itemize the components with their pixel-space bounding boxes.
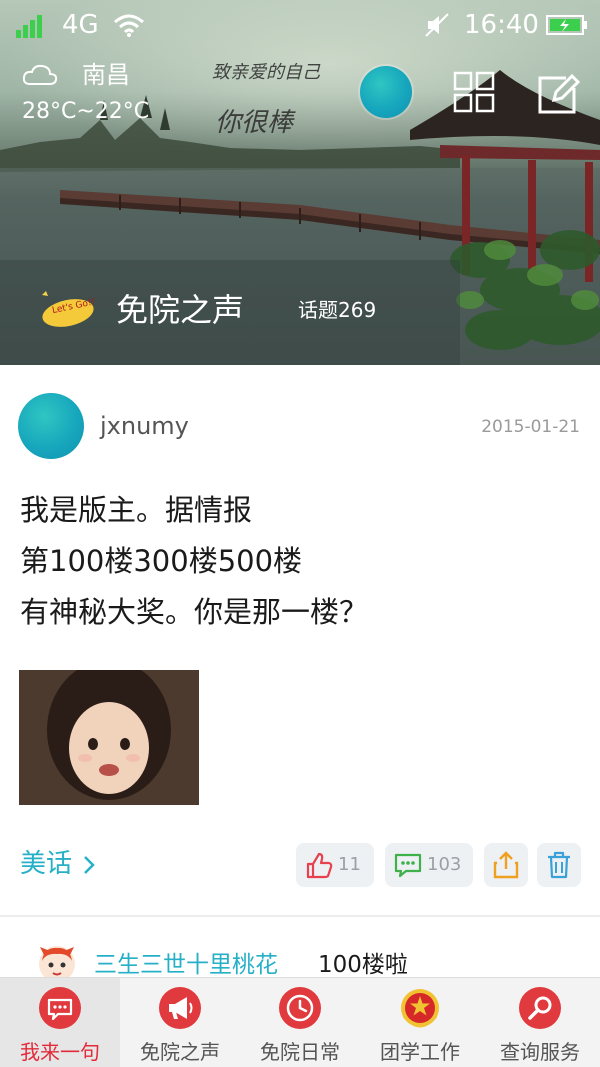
status-bar: 4G 16:40 bbox=[0, 0, 600, 50]
post-card: jxnumy 2015-01-21 我是版主。据情报 第100楼300楼500楼… bbox=[0, 365, 600, 915]
comment-button[interactable]: 103 bbox=[385, 843, 473, 887]
emblem-icon bbox=[401, 989, 439, 1028]
megaphone-icon bbox=[159, 987, 201, 1029]
chat-bubble-icon bbox=[39, 987, 81, 1029]
post-body-line-3: 有神秘大奖。你是那一楼？ bbox=[20, 595, 369, 629]
weather-city: 南昌 bbox=[82, 61, 130, 89]
post-date: 2015-01-21 bbox=[481, 417, 580, 437]
comment-preview[interactable]: 三生三世十里桃花 100楼啦 bbox=[0, 917, 600, 982]
comment-count: 103 bbox=[427, 854, 462, 875]
clock-icon bbox=[279, 987, 321, 1029]
comment-icon bbox=[394, 853, 422, 878]
post-body-line-1: 我是版主。据情报 bbox=[20, 493, 253, 527]
tab-mianyuanzhisheng[interactable]: 免院之声 bbox=[120, 978, 240, 1067]
tab-wolaiyiju[interactable]: 我来一句 bbox=[0, 978, 120, 1067]
like-count: 11 bbox=[338, 854, 361, 875]
clock-time: 16:40 bbox=[464, 10, 539, 40]
like-button[interactable]: 11 bbox=[296, 843, 374, 887]
tab-label: 查询服务 bbox=[500, 1040, 580, 1064]
channel-topic-count: 话题269 bbox=[298, 298, 377, 322]
author-name[interactable]: jxnumy bbox=[100, 410, 189, 442]
share-icon bbox=[493, 851, 519, 879]
chevron-right-icon[interactable] bbox=[82, 854, 96, 876]
post-category-link[interactable]: 美话 bbox=[20, 847, 72, 881]
channel-title-row: Let's Go!! 免院之声 话题269 bbox=[36, 285, 576, 335]
tab-label: 团学工作 bbox=[380, 1040, 460, 1064]
channel-name: 免院之声 bbox=[116, 291, 245, 329]
channel-header: 4G 16:40 南昌 28°C~22°C 致亲爱的自己 你很棒 Let's G… bbox=[0, 0, 600, 365]
network-type: 4G bbox=[62, 10, 99, 40]
share-button[interactable] bbox=[484, 843, 528, 887]
trash-icon bbox=[548, 851, 570, 879]
thumbs-up-icon bbox=[306, 852, 333, 879]
cloud-icon bbox=[22, 64, 58, 85]
post-photo[interactable] bbox=[19, 670, 199, 805]
signal-icon bbox=[16, 15, 42, 38]
post-body-line-2: 第100楼300楼500楼 bbox=[20, 544, 303, 578]
tab-label: 我来一句 bbox=[20, 1040, 100, 1064]
tab-tuanxuegongzuo[interactable]: 团学工作 bbox=[360, 978, 480, 1067]
bottom-tab-bar: 我来一句 免院之声 免院日常 团学工作 查询服务 bbox=[0, 977, 600, 1067]
tab-mianyuanrichang[interactable]: 免院日常 bbox=[240, 978, 360, 1067]
lets-go-icon: Let's Go!! bbox=[42, 291, 96, 327]
grid-icon[interactable] bbox=[452, 70, 496, 114]
wifi-icon bbox=[114, 14, 144, 37]
search-icon bbox=[519, 987, 561, 1029]
calligraphy-line-2: 你很棒 bbox=[215, 108, 294, 138]
tab-label: 免院日常 bbox=[260, 1040, 340, 1064]
compose-icon[interactable] bbox=[536, 72, 580, 116]
mute-icon bbox=[425, 13, 449, 37]
author-avatar[interactable] bbox=[18, 393, 84, 459]
tab-chaxunfuwu[interactable]: 查询服务 bbox=[480, 978, 600, 1067]
tab-label: 免院之声 bbox=[140, 1040, 220, 1064]
user-avatar[interactable] bbox=[360, 66, 412, 118]
weather-temperature: 28°C~22°C bbox=[22, 99, 150, 124]
delete-button[interactable] bbox=[537, 843, 581, 887]
calligraphy-line-1: 致亲爱的自己 bbox=[212, 62, 320, 83]
battery-icon bbox=[546, 15, 587, 35]
